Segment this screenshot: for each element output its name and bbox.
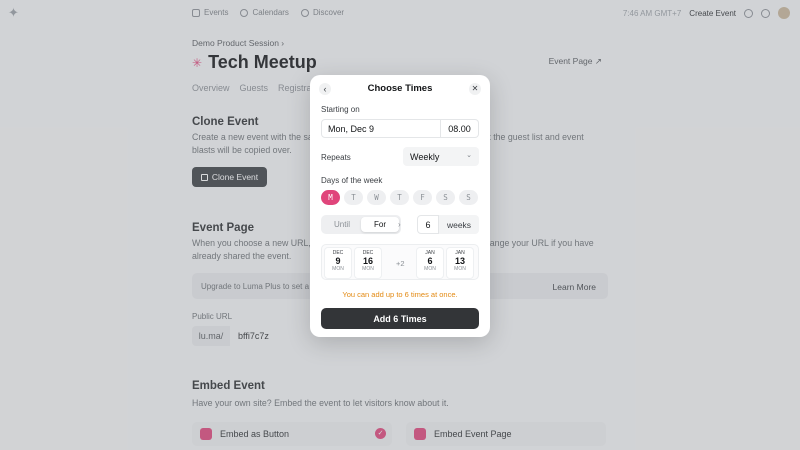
day-saturday[interactable]: S — [436, 190, 455, 205]
limit-warning: You can add up to 6 times at once. — [342, 290, 458, 299]
add-times-button[interactable]: Add 6 Times — [321, 308, 479, 329]
days-of-week: M T W T F S S — [321, 190, 478, 205]
day-friday[interactable]: F — [413, 190, 432, 205]
start-row: Mon, Dec 9 08.00 — [321, 119, 479, 138]
close-icon[interactable]: ✕ — [469, 83, 481, 95]
repeats-value: Weekly — [410, 151, 440, 162]
date-weekday: MON — [424, 266, 436, 272]
date-day: 16 — [362, 256, 373, 266]
day-thursday[interactable]: T — [390, 190, 409, 205]
day-tuesday[interactable]: T — [344, 190, 363, 205]
date-day: 9 — [335, 256, 341, 266]
date-chip: JAN 6 MON — [417, 248, 443, 278]
start-date-field[interactable]: Mon, Dec 9 — [321, 119, 441, 138]
date-chip: JAN 13 MON — [447, 248, 473, 278]
date-chip: DEC 9 MON — [325, 248, 351, 278]
repeats-select[interactable]: Weekly ⌄ — [403, 147, 479, 166]
count-input[interactable]: 6 — [417, 215, 439, 234]
day-sunday[interactable]: S — [459, 190, 478, 205]
unit-select[interactable]: weeks — [439, 215, 479, 234]
date-day: 6 — [427, 256, 433, 266]
until-option[interactable]: Until — [323, 217, 361, 232]
date-weekday: MON — [332, 266, 344, 272]
date-chip: DEC 16 MON — [355, 248, 381, 278]
choose-times-modal: Choose Times ‹ ✕ Starting on Mon, Dec 9 … — [310, 75, 490, 337]
repeats-label: Repeats — [321, 153, 351, 162]
starting-on-label: Starting on — [321, 105, 360, 114]
days-label: Days of the week — [321, 176, 383, 185]
date-day: 13 — [454, 256, 465, 266]
until-for-toggle: Until For — [321, 215, 401, 234]
start-time-field[interactable]: 08.00 — [441, 119, 479, 138]
dates-preview: DEC 9 MON DEC 16 MON +2 JAN 6 MON JAN 13… — [321, 244, 479, 280]
modal-title: Choose Times — [367, 83, 433, 94]
day-monday[interactable]: M — [321, 190, 340, 205]
chevron-right-icon: › — [398, 220, 401, 229]
date-weekday: MON — [454, 266, 466, 272]
date-weekday: MON — [362, 266, 374, 272]
day-wednesday[interactable]: W — [367, 190, 386, 205]
back-icon[interactable]: ‹ — [319, 83, 331, 95]
more-dates-count: +2 — [396, 259, 405, 268]
chevron-down-icon: ⌄ — [466, 152, 472, 159]
for-option[interactable]: For — [361, 217, 399, 232]
